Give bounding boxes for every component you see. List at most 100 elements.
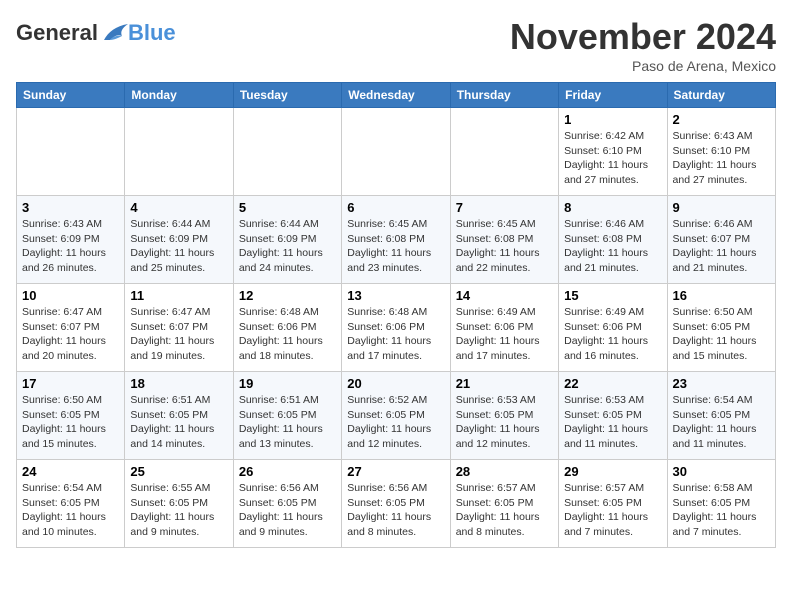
logo-general-text: General bbox=[16, 20, 98, 46]
calendar-cell: 8 Sunrise: 6:46 AMSunset: 6:08 PMDaylight… bbox=[559, 196, 667, 284]
day-info-text: Sunset: 6:05 PM bbox=[22, 408, 119, 423]
calendar-cell: 23Sunrise: 6:54 AMSunset: 6:05 PMDayligh… bbox=[667, 372, 775, 460]
day-info-text: Daylight: 11 hours and 27 minutes. bbox=[564, 158, 661, 187]
day-info-text: Sunset: 6:07 PM bbox=[673, 232, 770, 247]
day-info-text: Sunrise: 6:54 AM bbox=[673, 393, 770, 408]
month-title: November 2024 bbox=[510, 16, 776, 58]
day-info-text: Sunrise: 6:46 AM bbox=[673, 217, 770, 232]
calendar-cell bbox=[450, 108, 558, 196]
day-number: 6 bbox=[347, 200, 444, 215]
day-info-text: Daylight: 11 hours and 12 minutes. bbox=[456, 422, 553, 451]
day-info-text: Daylight: 11 hours and 7 minutes. bbox=[564, 510, 661, 539]
calendar-cell: 9Sunrise: 6:46 AMSunset: 6:07 PMDaylight… bbox=[667, 196, 775, 284]
day-number: 24 bbox=[22, 464, 119, 479]
day-info-text: Sunset: 6:05 PM bbox=[130, 408, 227, 423]
calendar-cell bbox=[233, 108, 341, 196]
calendar-cell: 2Sunrise: 6:43 AMSunset: 6:10 PMDaylight… bbox=[667, 108, 775, 196]
day-info-text: Sunrise: 6:54 AM bbox=[22, 481, 119, 496]
day-info-text: Daylight: 11 hours and 17 minutes. bbox=[347, 334, 444, 363]
day-info-text: Sunset: 6:10 PM bbox=[564, 144, 661, 159]
day-info-text: Sunset: 6:09 PM bbox=[130, 232, 227, 247]
day-info-text: Daylight: 11 hours and 10 minutes. bbox=[22, 510, 119, 539]
day-info-text: Sunrise: 6:52 AM bbox=[347, 393, 444, 408]
calendar-cell: 1Sunrise: 6:42 AMSunset: 6:10 PMDaylight… bbox=[559, 108, 667, 196]
calendar-cell: 11Sunrise: 6:47 AMSunset: 6:07 PMDayligh… bbox=[125, 284, 233, 372]
day-info-text: Sunset: 6:06 PM bbox=[564, 320, 661, 335]
day-number: 15 bbox=[564, 288, 661, 303]
day-info-text: Daylight: 11 hours and 9 minutes. bbox=[130, 510, 227, 539]
day-number: 22 bbox=[564, 376, 661, 391]
day-number: 18 bbox=[130, 376, 227, 391]
calendar-cell: 28Sunrise: 6:57 AMSunset: 6:05 PMDayligh… bbox=[450, 460, 558, 548]
day-info-text: Sunset: 6:05 PM bbox=[456, 408, 553, 423]
day-info-text: Daylight: 11 hours and 23 minutes. bbox=[347, 246, 444, 275]
day-info-text: Daylight: 11 hours and 14 minutes. bbox=[130, 422, 227, 451]
header-friday: Friday bbox=[559, 83, 667, 108]
day-info-text: Daylight: 11 hours and 13 minutes. bbox=[239, 422, 336, 451]
day-info-text: Sunrise: 6:47 AM bbox=[22, 305, 119, 320]
day-number: 3 bbox=[22, 200, 119, 215]
calendar-cell: 3Sunrise: 6:43 AMSunset: 6:09 PMDaylight… bbox=[17, 196, 125, 284]
day-info-text: Sunset: 6:05 PM bbox=[347, 496, 444, 511]
calendar-cell: 20Sunrise: 6:52 AMSunset: 6:05 PMDayligh… bbox=[342, 372, 450, 460]
day-number: 11 bbox=[130, 288, 227, 303]
day-info-text: Sunset: 6:05 PM bbox=[239, 496, 336, 511]
calendar-cell: 18 Sunrise: 6:51 AMSunset: 6:05 PMDayligh… bbox=[125, 372, 233, 460]
day-info-text: Daylight: 11 hours and 21 minutes. bbox=[564, 246, 661, 275]
day-info-text: Daylight: 11 hours and 22 minutes. bbox=[456, 246, 553, 275]
day-info-text: Daylight: 11 hours and 17 minutes. bbox=[456, 334, 553, 363]
calendar-cell: 4Sunrise: 6:44 AMSunset: 6:09 PMDaylight… bbox=[125, 196, 233, 284]
calendar-cell: 29Sunrise: 6:57 AMSunset: 6:05 PMDayligh… bbox=[559, 460, 667, 548]
day-info-text: Sunrise: 6:56 AM bbox=[239, 481, 336, 496]
calendar-cell: 10 Sunrise: 6:47 AMSunset: 6:07 PMDayligh… bbox=[17, 284, 125, 372]
day-info-text: Daylight: 11 hours and 11 minutes. bbox=[564, 422, 661, 451]
logo: General Blue bbox=[16, 20, 176, 46]
day-number: 29 bbox=[564, 464, 661, 479]
day-info-text: Sunset: 6:06 PM bbox=[456, 320, 553, 335]
header-saturday: Saturday bbox=[667, 83, 775, 108]
day-number: 10 bbox=[22, 288, 119, 303]
day-info-text: Sunrise: 6:58 AM bbox=[673, 481, 770, 496]
calendar-cell: 13Sunrise: 6:48 AMSunset: 6:06 PMDayligh… bbox=[342, 284, 450, 372]
day-info-text: Daylight: 11 hours and 25 minutes. bbox=[130, 246, 227, 275]
title-block: November 2024 Paso de Arena, Mexico bbox=[510, 16, 776, 74]
day-info-text: Sunset: 6:05 PM bbox=[673, 320, 770, 335]
calendar-cell: 6Sunrise: 6:45 AMSunset: 6:08 PMDaylight… bbox=[342, 196, 450, 284]
day-info-text: Sunset: 6:05 PM bbox=[564, 408, 661, 423]
day-info-text: Sunrise: 6:44 AM bbox=[239, 217, 336, 232]
day-info-text: Sunset: 6:08 PM bbox=[564, 232, 661, 247]
day-info-text: Sunrise: 6:51 AM bbox=[130, 393, 227, 408]
day-number: 23 bbox=[673, 376, 770, 391]
day-number: 13 bbox=[347, 288, 444, 303]
day-number: 1 bbox=[564, 112, 661, 127]
day-number: 19 bbox=[239, 376, 336, 391]
day-number: 7 bbox=[456, 200, 553, 215]
day-info-text: Sunrise: 6:56 AM bbox=[347, 481, 444, 496]
day-info-text: Daylight: 11 hours and 24 minutes. bbox=[239, 246, 336, 275]
day-info-text: Sunset: 6:05 PM bbox=[22, 496, 119, 511]
day-number: 8 bbox=[564, 200, 661, 215]
day-number: 30 bbox=[673, 464, 770, 479]
day-info-text: Sunrise: 6:43 AM bbox=[22, 217, 119, 232]
day-number: 27 bbox=[347, 464, 444, 479]
day-info-text: Daylight: 11 hours and 8 minutes. bbox=[456, 510, 553, 539]
day-info-text: Daylight: 11 hours and 20 minutes. bbox=[22, 334, 119, 363]
calendar-cell: 19Sunrise: 6:51 AMSunset: 6:05 PMDayligh… bbox=[233, 372, 341, 460]
day-info-text: Sunrise: 6:44 AM bbox=[130, 217, 227, 232]
logo-bird-icon bbox=[100, 22, 128, 44]
day-info-text: Sunset: 6:05 PM bbox=[130, 496, 227, 511]
header-wednesday: Wednesday bbox=[342, 83, 450, 108]
day-info-text: Sunrise: 6:57 AM bbox=[456, 481, 553, 496]
day-number: 9 bbox=[673, 200, 770, 215]
calendar-table: Sunday Monday Tuesday Wednesday Thursday… bbox=[16, 82, 776, 548]
day-info-text: Sunrise: 6:45 AM bbox=[347, 217, 444, 232]
day-info-text: Sunset: 6:07 PM bbox=[22, 320, 119, 335]
day-number: 28 bbox=[456, 464, 553, 479]
day-number: 14 bbox=[456, 288, 553, 303]
day-info-text: Sunset: 6:09 PM bbox=[239, 232, 336, 247]
day-info-text: Daylight: 11 hours and 15 minutes. bbox=[22, 422, 119, 451]
day-number: 20 bbox=[347, 376, 444, 391]
day-info-text: Sunrise: 6:46 AM bbox=[564, 217, 661, 232]
calendar-cell: 25Sunrise: 6:55 AMSunset: 6:05 PMDayligh… bbox=[125, 460, 233, 548]
header-tuesday: Tuesday bbox=[233, 83, 341, 108]
